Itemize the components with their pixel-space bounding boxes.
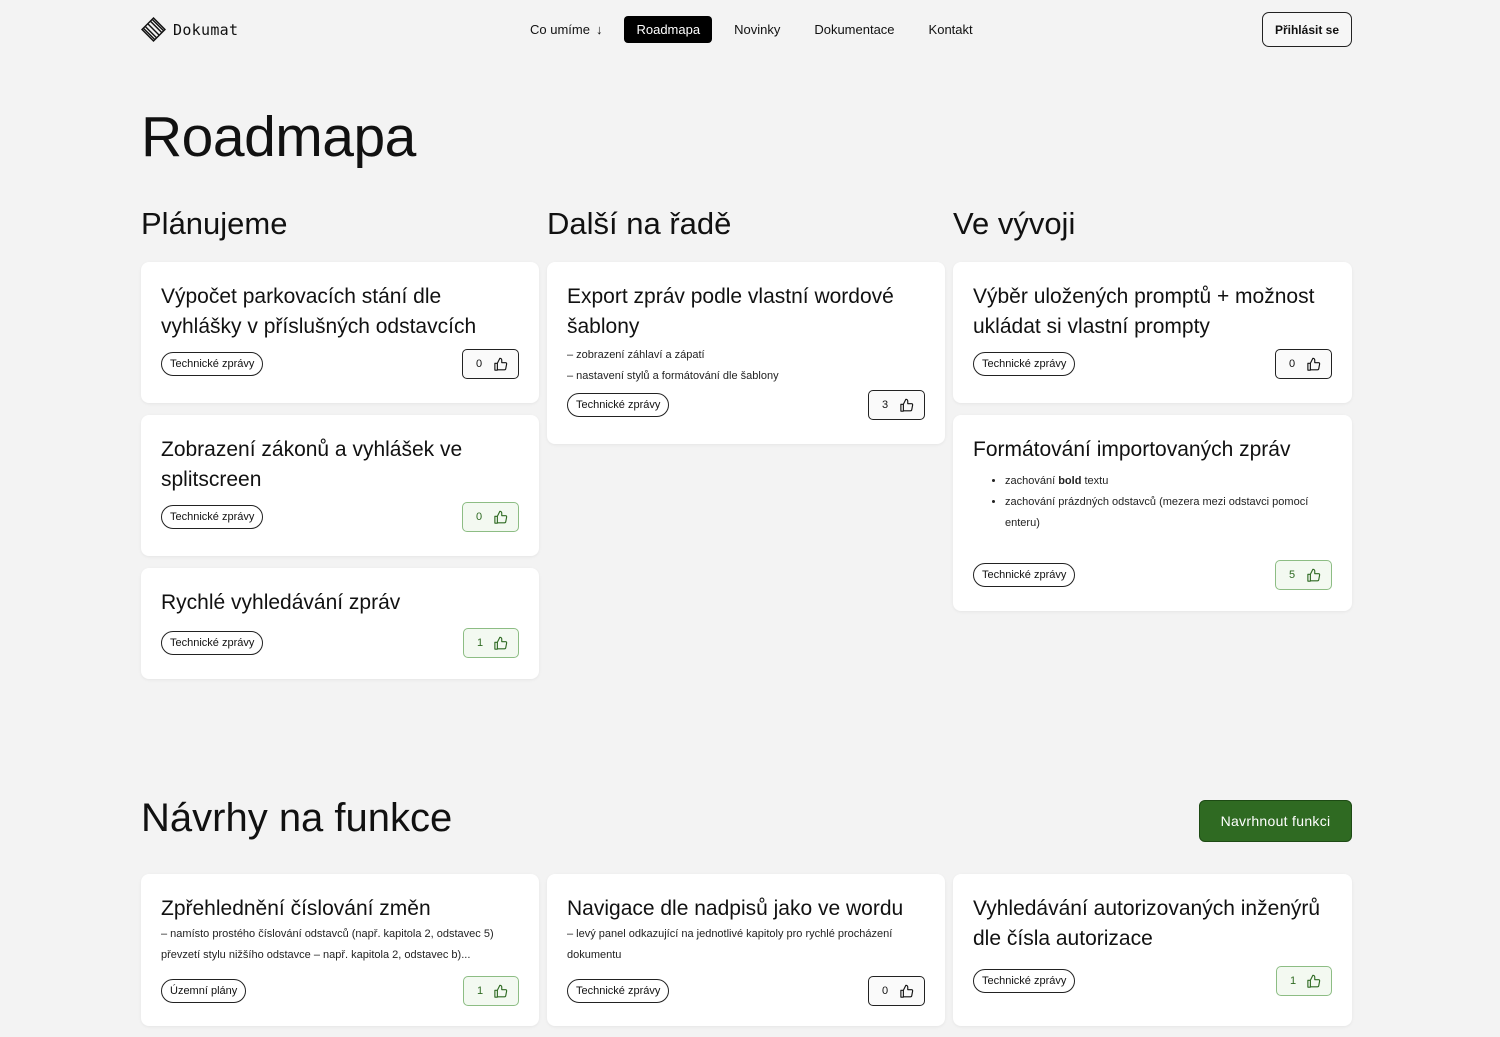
card-title: Výpočet parkovacích stání dle vyhlášky v… xyxy=(161,285,477,338)
roadmap-card[interactable]: Zobrazení zákonů a vyhlášek ve splitscre… xyxy=(141,415,539,556)
logo-text: Dokumat xyxy=(173,20,239,39)
roadmap-card[interactable]: Výpočet parkovacích stání dle vyhlášky v… xyxy=(141,262,539,403)
card-title: Zobrazení zákonů a vyhlášek ve splitscre… xyxy=(161,438,463,491)
upvote-button[interactable]: 5 xyxy=(1275,560,1332,590)
thumbs-up-icon xyxy=(1307,357,1321,371)
vote-count: 0 xyxy=(476,358,483,370)
suggestion-card[interactable]: Navigace dle nadpisů jako ve wordu – lev… xyxy=(547,874,945,1026)
site-header: Dokumat Co umíme ↓ Roadmapa Novinky Doku… xyxy=(141,12,1352,47)
thumbs-up-icon xyxy=(494,510,508,524)
suggestion-card[interactable]: Zpřehlednění číslování změn – namísto pr… xyxy=(141,874,539,1026)
card-title: Export zpráv podle vlastní wordové šablo… xyxy=(567,285,894,338)
login-button[interactable]: Přihlásit se xyxy=(1261,12,1352,47)
description-text: zachování prázdných odstavců (mezera mez… xyxy=(1005,496,1309,529)
category-tag[interactable]: Technické zprávy xyxy=(973,563,1076,587)
nav-dokumentace[interactable]: Dokumentace xyxy=(802,16,906,43)
main-nav: Co umíme ↓ Roadmapa Novinky Dokumentace … xyxy=(518,16,995,43)
category-tag[interactable]: Technické zprávy xyxy=(567,979,670,1003)
description-item: zachování bold textu xyxy=(1005,471,1332,492)
nav-label: Co umíme xyxy=(530,22,590,37)
card-footer: Technické zprávy 1 xyxy=(973,966,1332,996)
card-title: Vyhledávání autorizovaných inženýrů dle … xyxy=(973,897,1321,950)
nav-novinky[interactable]: Novinky xyxy=(722,16,792,43)
card-title: Výběr uložených promptů + možnost ukláda… xyxy=(973,285,1315,338)
nav-label: Dokumentace xyxy=(814,22,895,37)
card-title: Formátování importovaných zpráv xyxy=(973,438,1291,461)
vote-count: 1 xyxy=(477,985,484,997)
vote-count: 5 xyxy=(1289,569,1296,581)
vote-count: 0 xyxy=(882,985,889,997)
description-bold: bold xyxy=(1058,475,1082,487)
upvote-button[interactable]: 1 xyxy=(463,976,519,1006)
upvote-button[interactable]: 0 xyxy=(1275,349,1332,379)
roadmap-card[interactable]: Výběr uložených promptů + možnost ukláda… xyxy=(953,262,1352,403)
card-footer: Technické zprávy 0 xyxy=(567,976,925,1006)
nav-label: Kontakt xyxy=(928,22,973,37)
nav-roadmapa[interactable]: Roadmapa xyxy=(624,16,713,43)
column-title-in-progress: Ve vývoji xyxy=(953,206,1076,241)
card-footer: Technické zprávy 5 xyxy=(973,560,1332,590)
card-footer: Technické zprávy 1 xyxy=(161,628,519,658)
roadmap-card[interactable]: Formátování importovaných zpráv zachován… xyxy=(953,415,1352,611)
description-line: – zobrazení záhlaví a zápatí xyxy=(567,349,705,361)
arrow-down-icon: ↓ xyxy=(595,22,603,37)
card-footer: Územní plány 1 xyxy=(161,976,519,1006)
category-tag[interactable]: Technické zprávy xyxy=(161,352,264,376)
vote-count: 0 xyxy=(1289,358,1296,370)
card-footer: Technické zprávy 0 xyxy=(161,502,519,532)
category-tag[interactable]: Územní plány xyxy=(161,979,247,1003)
thumbs-up-icon xyxy=(494,357,508,371)
column-title-planned: Plánujeme xyxy=(141,206,288,241)
page-title: Roadmapa xyxy=(141,105,416,169)
thumbs-up-icon xyxy=(494,984,508,998)
upvote-button[interactable]: 0 xyxy=(462,349,519,379)
category-tag[interactable]: Technické zprávy xyxy=(973,352,1076,376)
vote-count: 1 xyxy=(477,637,484,649)
logo-icon xyxy=(141,17,166,42)
category-tag[interactable]: Technické zprávy xyxy=(161,631,264,655)
vote-count: 1 xyxy=(1290,975,1297,987)
suggest-feature-button[interactable]: Navrhnout funkci xyxy=(1199,800,1352,842)
description-list: zachování bold textu zachování prázdných… xyxy=(973,471,1332,534)
description-line: – nastavení stylů a formátování dle šabl… xyxy=(567,370,779,382)
card-title: Zpřehlednění číslování změn xyxy=(161,897,431,920)
nav-label: Novinky xyxy=(734,22,781,37)
vote-count: 3 xyxy=(882,399,889,411)
category-tag[interactable]: Technické zprávy xyxy=(973,969,1076,993)
description-text: zachování xyxy=(1005,475,1059,487)
card-description: – namísto prostého číslování odstavců (n… xyxy=(161,928,494,961)
suggestions-title: Návrhy na funkce xyxy=(141,796,453,840)
roadmap-card[interactable]: Rychlé vyhledávání zpráv Technické zpráv… xyxy=(141,568,539,679)
suggestion-card[interactable]: Vyhledávání autorizovaných inženýrů dle … xyxy=(953,874,1352,1026)
thumbs-up-icon xyxy=(1307,568,1321,582)
card-description: zachování bold textu zachování prázdných… xyxy=(973,471,1332,534)
vote-count: 0 xyxy=(476,511,483,523)
category-tag[interactable]: Technické zprávy xyxy=(567,393,670,417)
thumbs-up-icon xyxy=(494,636,508,650)
logo[interactable]: Dokumat xyxy=(141,17,238,42)
upvote-button[interactable]: 0 xyxy=(462,502,519,532)
card-description: – zobrazení záhlaví a zápatí – nastavení… xyxy=(567,345,925,387)
card-footer: Technické zprávy 0 xyxy=(973,349,1332,379)
thumbs-up-icon xyxy=(900,984,914,998)
card-footer: Technické zprávy 3 xyxy=(567,390,925,420)
nav-label: Roadmapa xyxy=(636,22,701,37)
card-description: – levý panel odkazující na jednotlivé ka… xyxy=(567,928,893,961)
description-item: zachování prázdných odstavců (mezera mez… xyxy=(1005,492,1332,534)
upvote-button[interactable]: 1 xyxy=(1276,966,1332,996)
nav-kontakt[interactable]: Kontakt xyxy=(917,16,985,43)
card-footer: Technické zprávy 0 xyxy=(161,349,519,379)
card-title: Navigace dle nadpisů jako ve wordu xyxy=(567,897,904,920)
upvote-button[interactable]: 0 xyxy=(868,976,925,1006)
roadmap-card[interactable]: Export zpráv podle vlastní wordové šablo… xyxy=(547,262,945,444)
card-title: Rychlé vyhledávání zpráv xyxy=(161,591,401,614)
thumbs-up-icon xyxy=(1307,974,1321,988)
category-tag[interactable]: Technické zprávy xyxy=(161,505,264,529)
upvote-button[interactable]: 1 xyxy=(463,628,519,658)
description-text: textu xyxy=(1081,475,1109,487)
nav-co-umime[interactable]: Co umíme ↓ xyxy=(518,16,614,43)
upvote-button[interactable]: 3 xyxy=(868,390,925,420)
thumbs-up-icon xyxy=(900,398,914,412)
column-title-next: Další na řadě xyxy=(547,206,732,241)
